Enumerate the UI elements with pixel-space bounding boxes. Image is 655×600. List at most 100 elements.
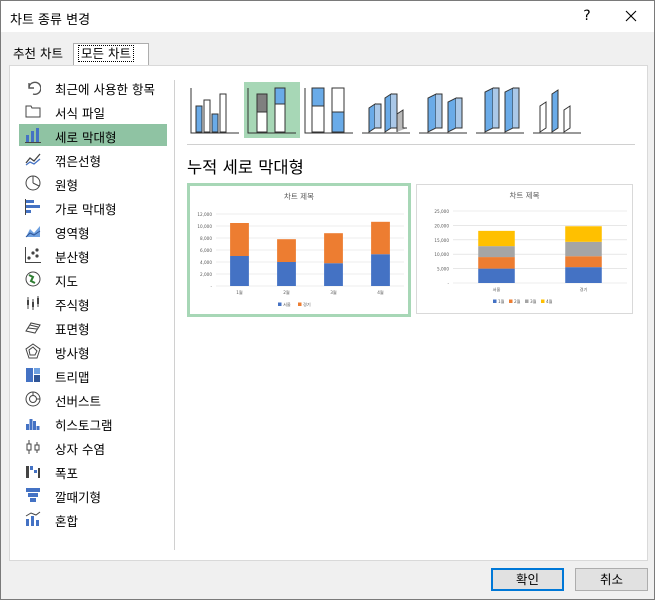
sidebar-item-undo[interactable]: 최근에 사용한 항목 (19, 76, 167, 98)
legend-swatch (298, 302, 302, 306)
sidebar-item-label: 상자 수염 (55, 442, 105, 457)
sidebar-item-scatter-chart[interactable]: 분산형 (19, 244, 167, 266)
bar-segment (324, 233, 343, 264)
tab-all-charts-label: 모든 차트 (78, 45, 134, 62)
sidebar-item-waterfall-chart[interactable]: 폭포 (19, 460, 167, 482)
bar-chart-icon (25, 199, 40, 215)
sidebar-item-stock-chart[interactable]: 주식형 (19, 292, 167, 314)
folder-icon (25, 105, 41, 118)
column-chart-icon (25, 128, 41, 143)
y-tick-label: 8,000 (200, 236, 212, 241)
cancel-button[interactable]: 취소 (575, 568, 648, 591)
3d-column-icon (533, 89, 581, 134)
bar-segment (230, 223, 249, 256)
sidebar-item-radar-chart[interactable]: 방사형 (19, 340, 167, 362)
y-tick-label: 4,000 (200, 260, 212, 265)
sidebar-item-combo-chart[interactable]: 혼합 (19, 508, 167, 530)
sidebar-item-label: 혼합 (55, 514, 79, 529)
divider (187, 144, 635, 145)
sidebar-item-surface-chart[interactable]: 표면형 (19, 316, 167, 338)
map-chart-icon (25, 271, 41, 287)
sidebar-item-label: 가로 막대형 (55, 202, 117, 217)
sidebar-item-label: 트리맵 (55, 370, 90, 385)
tab-all-charts[interactable]: 모든 차트 (73, 43, 149, 65)
bar-segment (565, 241, 602, 257)
all-charts-panel: 최근에 사용한 항목서식 파일세로 막대형꺾은선형원형가로 막대형영역형분산형지… (9, 65, 648, 561)
divider (174, 80, 175, 550)
close-button[interactable] (609, 1, 653, 32)
subtype-option[interactable] (244, 82, 300, 138)
legend-swatch (278, 302, 282, 306)
tab-recommended-charts[interactable]: 추천 차트 (9, 44, 73, 66)
y-tick-label: 12,000 (197, 212, 212, 217)
subtype-option[interactable] (529, 82, 585, 138)
change-chart-type-dialog: 차트 종류 변경 ? 추천 차트 모든 차트 최근에 사용한 항목서식 파일세로… (0, 0, 655, 600)
y-tick-label: 2,000 (200, 272, 212, 277)
legend-label: 2월 (514, 298, 521, 305)
y-tick-label: 5,000 (437, 267, 449, 272)
bar-segment (277, 262, 296, 286)
sidebar-item-line-chart[interactable]: 꺾은선형 (19, 148, 167, 170)
sidebar-item-histogram-chart[interactable]: 히스토그램 (19, 412, 167, 434)
sidebar-item-pie-chart[interactable]: 원형 (19, 172, 167, 194)
sidebar-item-label: 세로 막대형 (55, 130, 117, 145)
chart-preview-2[interactable]: 차트 제목 - 5,000 10,000 15,000 20,000 25,000 서울 경기 1… (416, 184, 633, 314)
legend-label: 경기 (303, 301, 311, 308)
sidebar-item-label: 영역형 (55, 226, 90, 241)
subtype-option[interactable] (358, 82, 414, 138)
sidebar-item-label: 지도 (55, 274, 79, 289)
legend-swatch (541, 299, 545, 303)
chart-preview-1[interactable]: 차트 제목 - 2,000 4,000 6,000 8,000 10,000 12,000 1월… (187, 183, 411, 317)
100-stacked-column-icon (304, 87, 353, 134)
y-tick-label: 10,000 (197, 224, 212, 229)
sidebar-item-label: 히스토그램 (55, 418, 113, 433)
surface-chart-icon (25, 322, 41, 334)
sidebar-item-label: 원형 (55, 178, 79, 193)
sidebar-item-column-chart[interactable]: 세로 막대형 (19, 124, 167, 146)
area-chart-icon (25, 226, 41, 238)
legend-swatch (525, 299, 529, 303)
sidebar-item-folder[interactable]: 서식 파일 (19, 100, 167, 122)
chart-title: 차트 제목 (284, 192, 314, 201)
sidebar-item-treemap-chart[interactable]: 트리맵 (19, 364, 167, 386)
bar-segment (371, 254, 390, 286)
y-tick-label: 20,000 (434, 223, 449, 228)
sidebar-item-label: 방사형 (55, 346, 90, 361)
sidebar-item-bar-chart[interactable]: 가로 막대형 (19, 196, 167, 218)
ok-button[interactable]: 확인 (491, 568, 564, 591)
bar-segment (478, 230, 515, 247)
3d-clustered-column-icon (362, 93, 410, 134)
chart-title: 차트 제목 (510, 191, 540, 200)
stacked-column-icon (247, 87, 296, 134)
dialog-title: 차트 종류 변경 (10, 13, 91, 28)
legend-swatch (493, 299, 497, 303)
funnel-chart-icon (26, 488, 40, 502)
help-button[interactable]: ? (567, 1, 607, 32)
title-bar: 차트 종류 변경 ? (1, 1, 654, 32)
sidebar-item-map-chart[interactable]: 지도 (19, 268, 167, 290)
sidebar-item-label: 깔때기형 (55, 490, 102, 505)
sidebar-item-label: 폭포 (55, 466, 79, 481)
radar-chart-icon (25, 343, 41, 359)
sidebar-item-sunburst-chart[interactable]: 선버스트 (19, 388, 167, 410)
waterfall-chart-icon (26, 466, 40, 478)
close-icon (625, 10, 637, 22)
legend-label: 4월 (546, 298, 553, 305)
subtype-option[interactable] (415, 82, 471, 138)
subtype-option[interactable] (187, 82, 243, 138)
sidebar-item-funnel-chart[interactable]: 깔때기형 (19, 484, 167, 506)
stock-chart-icon (27, 296, 39, 310)
chart-preview-2-svg: 차트 제목 - 5,000 10,000 15,000 20,000 25,000 서울 경기 1… (434, 191, 627, 305)
sidebar-item-label: 최근에 사용한 항목 (55, 82, 155, 97)
chart-preview-1-svg: 차트 제목 - 2,000 4,000 6,000 8,000 10,000 12,000 1월… (197, 192, 404, 308)
legend-label: 서울 (283, 301, 291, 308)
sidebar-item-area-chart[interactable]: 영역형 (19, 220, 167, 242)
bar-segment (277, 239, 296, 262)
sidebar-item-label: 꺾은선형 (55, 154, 102, 169)
subtype-option[interactable] (301, 82, 357, 138)
legend-label: 3월 (530, 298, 537, 305)
sidebar-item-box-whisker-chart[interactable]: 상자 수염 (19, 436, 167, 458)
subtype-option[interactable] (472, 82, 528, 138)
bar-segment (371, 221, 390, 255)
box-whisker-chart-icon (26, 440, 40, 454)
